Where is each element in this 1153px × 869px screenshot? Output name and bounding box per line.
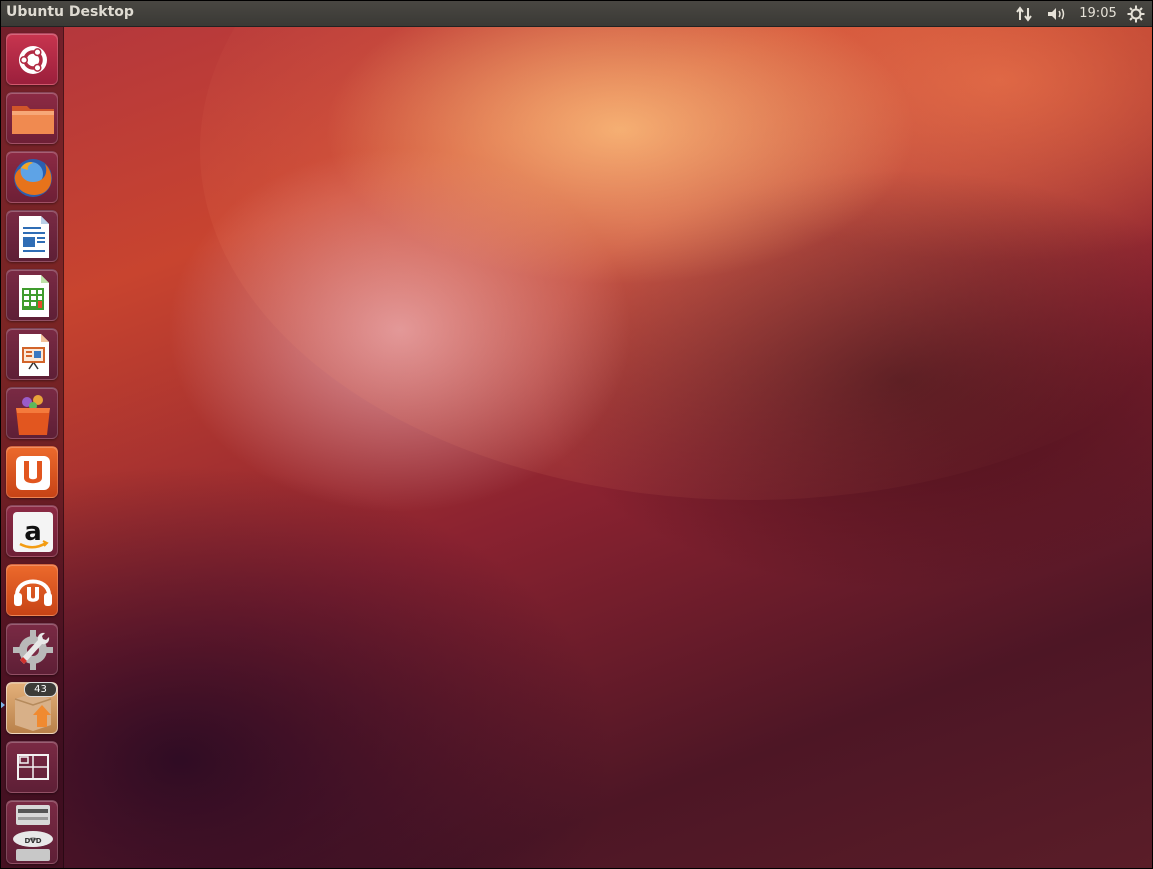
launcher-item-files[interactable] [6, 92, 58, 144]
launcher-item-amazon[interactable]: a [6, 505, 58, 557]
sound-icon [1048, 7, 1065, 20]
launcher-item-software-center[interactable] [6, 387, 58, 439]
firefox-icon [14, 159, 52, 197]
launcher-item-ubuntu-one-music[interactable] [6, 564, 58, 616]
workspaces-icon [17, 754, 49, 780]
window-title: Ubuntu Desktop [6, 4, 134, 20]
amazon-icon: a [13, 512, 53, 552]
shopping-bag-icon [16, 395, 50, 435]
clock-time: 19:05 [1079, 6, 1117, 21]
ubuntu-logo-icon [19, 46, 47, 74]
svg-text:DVD: DVD [24, 837, 41, 845]
impress-presentation-icon [19, 334, 49, 376]
svg-text:a: a [24, 517, 42, 547]
launcher-item-system-settings[interactable] [6, 623, 58, 675]
sound-indicator[interactable] [1044, 2, 1070, 25]
calc-spreadsheet-icon [19, 275, 49, 317]
launcher-item-ubuntu-one[interactable] [6, 446, 58, 498]
launcher-item-libreoffice-impress[interactable] [6, 328, 58, 380]
ubuntu-one-icon [16, 456, 50, 490]
session-indicator[interactable] [1124, 2, 1148, 25]
top-panel: Ubuntu Desktop 19:05 [0, 0, 1153, 27]
launcher-item-workspace-switcher[interactable] [6, 741, 58, 793]
writer-document-icon [19, 216, 49, 258]
launcher-item-firefox[interactable] [6, 151, 58, 203]
running-indicator-arrow [0, 701, 5, 709]
folder-icon [12, 106, 54, 134]
desktop-screen: Ubuntu Desktop 19:05 a 43 DVD [0, 0, 1153, 869]
network-indicator[interactable] [1012, 2, 1036, 25]
ubuntu-one-music-icon [14, 579, 52, 606]
network-icon [1016, 5, 1032, 22]
clock-indicator[interactable]: 19:05 [1076, 2, 1120, 25]
launcher-item-libreoffice-calc[interactable] [6, 269, 58, 321]
settings-wrench-icon [13, 630, 53, 670]
wallpaper-highlight [200, 0, 1153, 500]
launcher-item-dvd-drive[interactable]: DVD [6, 800, 58, 864]
launcher-item-dash-home[interactable] [6, 33, 58, 85]
session-gear-icon [1127, 5, 1145, 22]
desktop-wallpaper[interactable] [0, 0, 1153, 869]
launcher-item-libreoffice-writer[interactable] [6, 210, 58, 262]
dvd-drive-icon: DVD [13, 805, 53, 861]
updates-count-badge: 43 [24, 682, 57, 697]
